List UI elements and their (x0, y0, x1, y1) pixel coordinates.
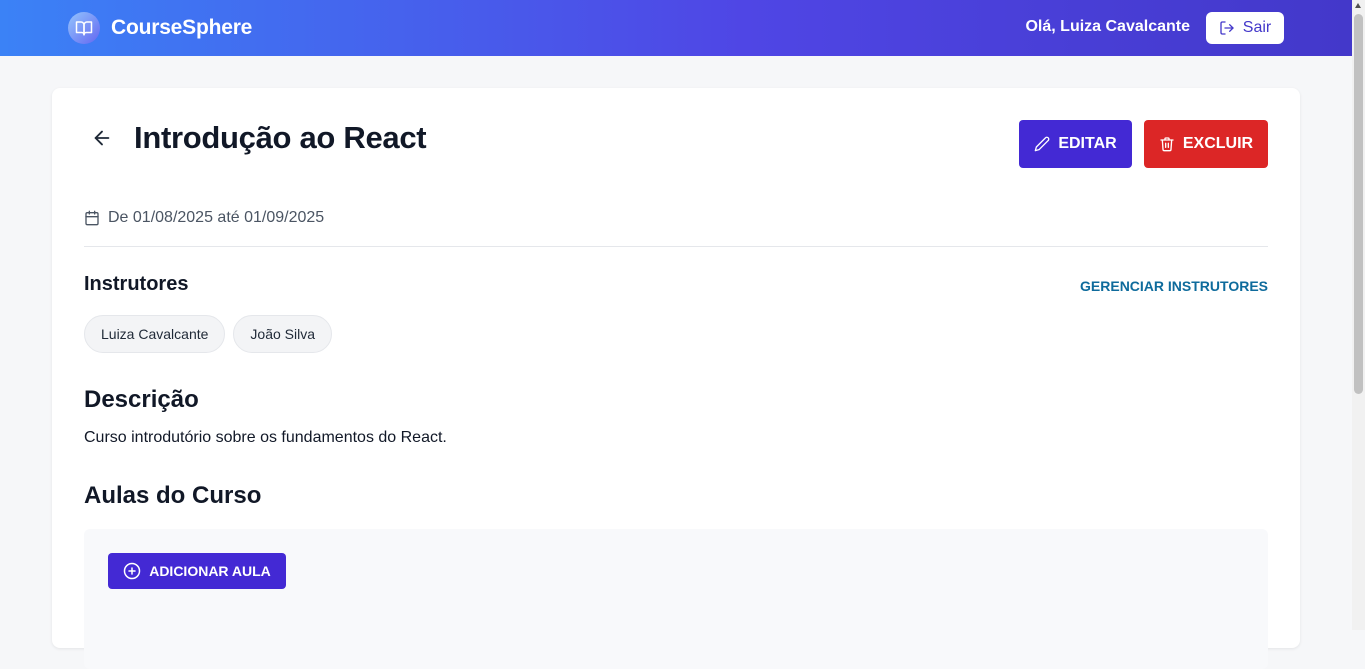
lessons-heading: Aulas do Curso (84, 482, 262, 509)
arrow-left-icon (94, 130, 110, 146)
back-button[interactable] (88, 124, 116, 152)
instructor-chip: Luiza Cavalcante (84, 315, 226, 353)
edit-button[interactable]: EDITAR (1019, 120, 1132, 168)
course-detail-card: Introdução ao React EDITAR EXCLUIR De 01… (52, 88, 1300, 669)
instructor-list: Luiza Cavalcante João Silva (84, 315, 340, 353)
instructor-chip: João Silva (233, 315, 332, 353)
manage-instructors-link[interactable]: GERENCIAR INSTRUTORES (1080, 278, 1268, 294)
plus-circle-icon (123, 562, 141, 580)
scroll-up-icon[interactable] (1355, 3, 1361, 8)
book-open-icon (68, 12, 100, 44)
page-scrollbar[interactable] (1352, 0, 1365, 630)
logout-icon (1220, 21, 1234, 35)
delete-label: EXCLUIR (1182, 135, 1254, 152)
edit-label: EDITAR (1058, 135, 1117, 152)
trash-icon (1160, 137, 1174, 152)
description-heading: Descrição (84, 386, 199, 413)
user-greeting: Olá, Luiza Cavalcante (1025, 18, 1190, 35)
instructors-heading: Instrutores (84, 273, 189, 295)
lessons-panel: ADICIONAR AULA (84, 529, 1268, 669)
logout-label: Sair (1242, 19, 1272, 36)
add-lesson-button[interactable]: ADICIONAR AULA (108, 553, 286, 589)
dates-text: De 01/08/2025 até 01/09/2025 (108, 209, 325, 226)
page-title: Introdução ao React (134, 120, 427, 155)
course-dates: De 01/08/2025 até 01/09/2025 (84, 209, 324, 227)
divider (84, 246, 1268, 247)
scrollbar-thumb[interactable] (1354, 14, 1363, 394)
add-lesson-label: ADICIONAR AULA (149, 563, 271, 579)
logout-button[interactable]: Sair (1206, 12, 1284, 44)
pencil-icon (1034, 136, 1050, 152)
calendar-icon (85, 210, 99, 226)
brand-name: CourseSphere (111, 16, 253, 39)
brand[interactable]: CourseSphere (68, 12, 252, 44)
app-header: CourseSphere Olá, Luiza Cavalcante Sair (0, 0, 1352, 56)
description-text: Curso introdutório sobre os fundamentos … (84, 429, 447, 446)
delete-button[interactable]: EXCLUIR (1144, 120, 1268, 168)
